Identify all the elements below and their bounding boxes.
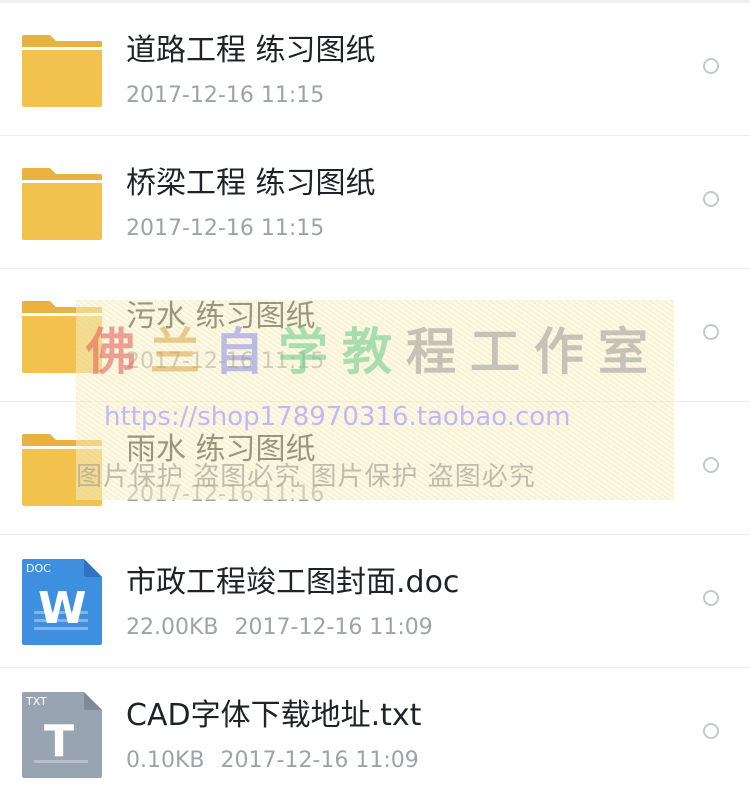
- folder-icon: [20, 432, 104, 508]
- list-item[interactable]: 桥梁工程 练习图纸 2017-12-16 11:15: [0, 136, 750, 269]
- word-doc-icon: DOC W: [20, 559, 104, 645]
- select-radio[interactable]: [703, 324, 719, 340]
- text-file-icon: TXT T: [20, 692, 104, 778]
- svg-text:T: T: [44, 716, 74, 767]
- svg-text:TXT: TXT: [25, 695, 47, 708]
- file-meta: 2017-12-16 11:15: [126, 81, 324, 111]
- folder-icon: [20, 166, 104, 242]
- svg-text:W: W: [38, 583, 87, 634]
- list-item[interactable]: 污水 练习图纸 2017-12-16 11:15: [0, 269, 750, 402]
- file-name: 道路工程 练习图纸: [126, 33, 376, 68]
- file-date: 2017-12-16 11:15: [126, 83, 325, 108]
- list-item[interactable]: DOC W 市政工程竣工图封面.doc 22.00KB 2017-12-16 11…: [0, 535, 750, 668]
- file-list: 道路工程 练习图纸 2017-12-16 11:15 桥梁工程 练习图纸 201…: [0, 3, 750, 801]
- list-item[interactable]: 雨水 练习图纸 2017-12-16 11:16: [0, 402, 750, 535]
- file-date: 2017-12-16 11:15: [126, 349, 325, 374]
- list-item[interactable]: 道路工程 练习图纸 2017-12-16 11:15: [0, 3, 750, 136]
- file-name: 污水 练习图纸: [126, 299, 316, 334]
- file-meta: 2017-12-16 11:15: [126, 214, 324, 244]
- file-meta: 2017-12-16 11:16: [126, 480, 324, 510]
- file-size: 22.00KB: [126, 615, 219, 640]
- file-date: 2017-12-16 11:15: [126, 216, 325, 241]
- file-date: 2017-12-16 11:09: [220, 748, 419, 773]
- select-radio[interactable]: [703, 590, 719, 606]
- file-name: 桥梁工程 练习图纸: [126, 166, 376, 201]
- select-radio[interactable]: [703, 58, 719, 74]
- select-radio[interactable]: [703, 457, 719, 473]
- file-date: 2017-12-16 11:09: [234, 615, 433, 640]
- file-meta: 0.10KB 2017-12-16 11:09: [126, 746, 419, 776]
- select-radio[interactable]: [703, 723, 719, 739]
- folder-icon: [20, 33, 104, 109]
- file-name: 雨水 练习图纸: [126, 432, 316, 467]
- file-size: 0.10KB: [126, 748, 205, 773]
- file-meta: 2017-12-16 11:15: [126, 347, 324, 377]
- file-name: 市政工程竣工图封面.doc: [126, 565, 460, 600]
- file-meta: 22.00KB 2017-12-16 11:09: [126, 613, 433, 643]
- svg-text:DOC: DOC: [26, 562, 51, 575]
- folder-icon: [20, 299, 104, 375]
- file-date: 2017-12-16 11:16: [126, 482, 325, 507]
- select-radio[interactable]: [703, 191, 719, 207]
- file-name: CAD字体下载地址.txt: [126, 698, 422, 733]
- list-item[interactable]: TXT T CAD字体下载地址.txt 0.10KB 2017-12-16 11:…: [0, 668, 750, 801]
